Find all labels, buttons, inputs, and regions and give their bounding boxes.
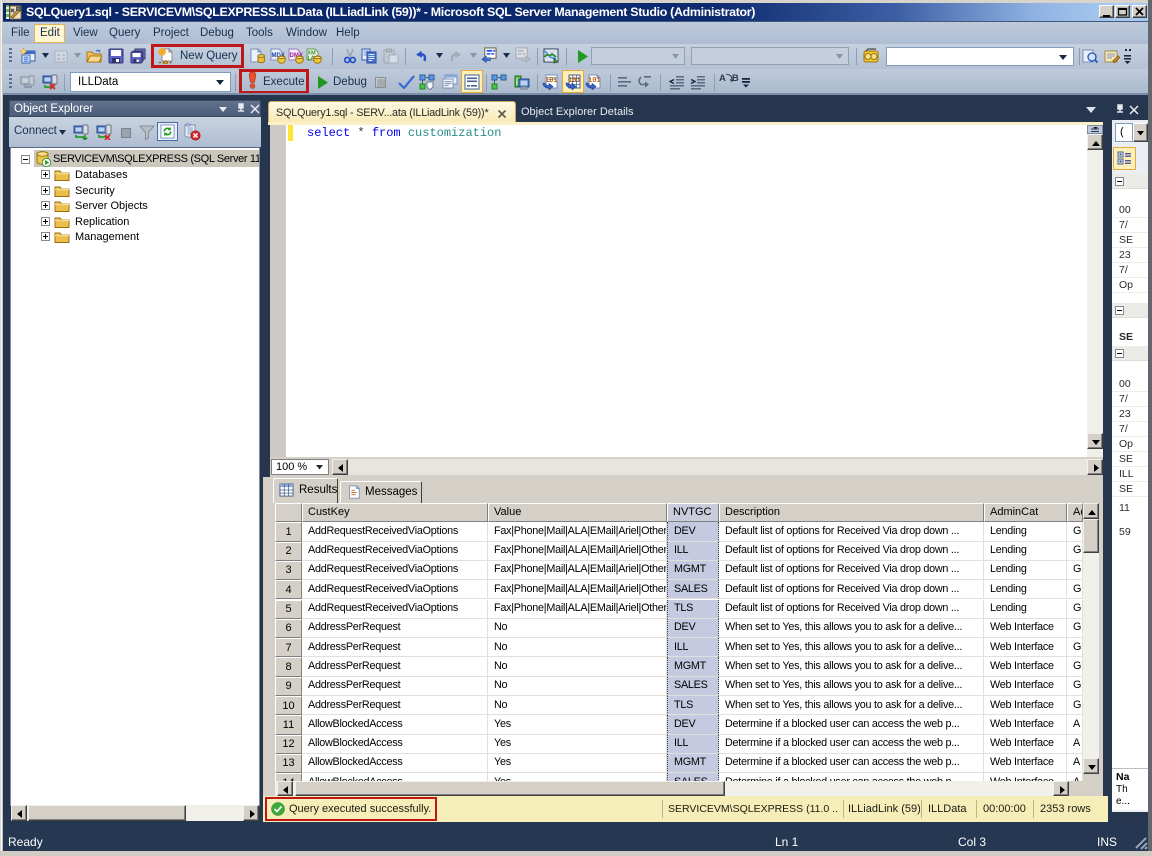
svg-text:101: 101 — [568, 77, 581, 85]
svg-text:101: 101 — [588, 77, 601, 85]
svg-text:101: 101 — [545, 77, 558, 85]
